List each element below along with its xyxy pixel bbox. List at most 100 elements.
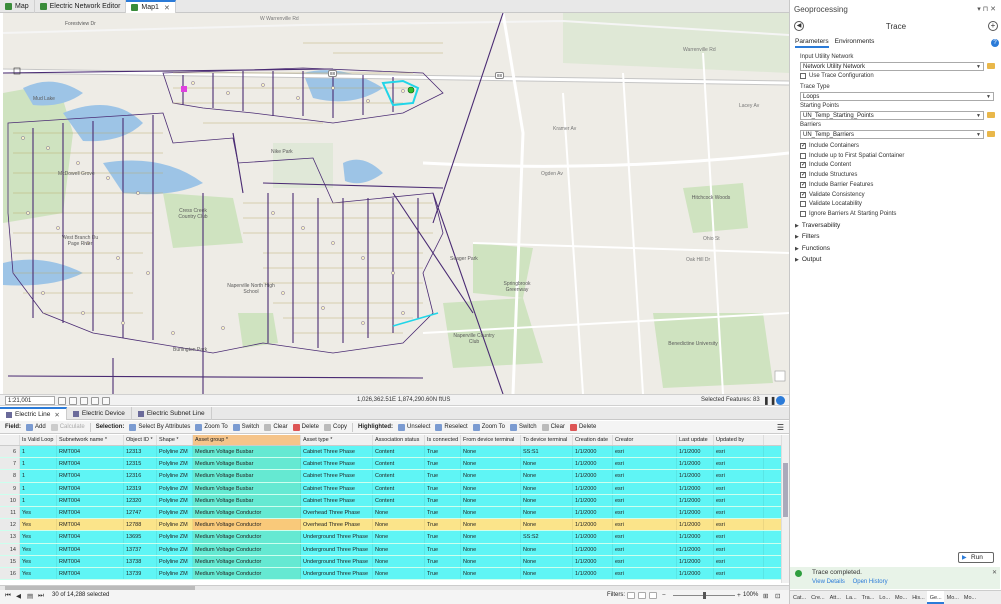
row-number[interactable]: 15 <box>0 555 20 567</box>
row-number[interactable]: 10 <box>0 494 20 506</box>
table-cell[interactable]: 1/1/2000 <box>677 482 714 494</box>
table-cell[interactable]: Yes <box>20 555 57 567</box>
table-cell[interactable]: None <box>521 494 573 506</box>
pause-icon[interactable]: ❚❚ <box>763 396 776 405</box>
table-cell[interactable]: esri <box>613 555 677 567</box>
grid-icon[interactable] <box>102 397 110 405</box>
section-filters[interactable]: ▶ Filters <box>795 233 820 240</box>
table-cell[interactable]: esri <box>714 470 764 482</box>
table-cell[interactable]: Yes <box>20 567 57 580</box>
table-cell[interactable]: esri <box>714 555 764 567</box>
table-cell[interactable]: RMT004 <box>57 519 124 531</box>
pane-tab[interactable]: Tra... <box>859 591 877 604</box>
table-cell[interactable]: 1/1/2000 <box>677 494 714 506</box>
add-field-button[interactable]: Add <box>26 423 46 431</box>
table-cell[interactable]: Yes <box>20 519 57 531</box>
zoom-percent[interactable]: 100% <box>743 592 758 598</box>
row-number[interactable]: 16 <box>0 567 20 580</box>
open-history-link[interactable]: Open History <box>853 579 888 585</box>
table-cell[interactable]: 1/1/2000 <box>573 482 613 494</box>
first-record-icon[interactable]: ⏮ <box>5 592 11 600</box>
table-cell[interactable]: None <box>373 531 425 543</box>
tab-electric-device[interactable]: Electric Device <box>67 407 132 420</box>
option-checkbox[interactable]: Include up to First Spatial Container <box>800 152 904 159</box>
table-cell[interactable]: None <box>461 494 521 506</box>
table-cell[interactable]: 1 <box>20 494 57 506</box>
table-cell[interactable]: None <box>461 458 521 470</box>
table-cell[interactable]: 12313 <box>124 446 157 458</box>
option-checkbox[interactable]: Validate Locatability <box>800 201 862 208</box>
tab-electric-line[interactable]: Electric Line ✕ <box>0 407 67 420</box>
table-cell[interactable]: True <box>425 531 461 543</box>
row-number[interactable]: 12 <box>0 519 20 531</box>
table-cell[interactable]: Overhead Three Phase <box>301 506 373 519</box>
table-cell[interactable]: esri <box>714 458 764 470</box>
table-cell[interactable]: RMT004 <box>57 494 124 506</box>
select-by-attributes-button[interactable]: Select By Attributes <box>129 423 190 431</box>
table-cell[interactable]: Cabinet Three Phase <box>301 446 373 458</box>
table-cell[interactable]: esri <box>714 482 764 494</box>
table-cell[interactable]: None <box>461 555 521 567</box>
tab-parameters[interactable]: Parameters <box>795 38 829 48</box>
clear-highlighted-button[interactable]: Clear <box>541 423 565 431</box>
grid-icon[interactable] <box>69 397 77 405</box>
delete-button[interactable]: Delete <box>292 423 319 431</box>
row-number[interactable]: 7 <box>0 458 20 470</box>
table-row[interactable]: 10 1 RMT004 12320 Polyline ZM Medium Voltage … <box>0 494 781 507</box>
column-header[interactable]: Last update <box>677 435 714 445</box>
filter-icon[interactable] <box>649 592 657 599</box>
table-row[interactable]: 16 Yes RMT004 13739 Polyline ZM Medium Voltag… <box>0 567 781 581</box>
run-button[interactable]: ▶ Run <box>958 552 994 563</box>
vertical-scrollbar[interactable] <box>781 435 789 583</box>
table-cell[interactable]: 13737 <box>124 543 157 555</box>
filter-icon[interactable] <box>638 592 646 599</box>
table-cell[interactable]: Content <box>373 446 425 458</box>
column-header[interactable]: Shape * <box>157 435 193 445</box>
table-cell[interactable]: esri <box>613 446 677 458</box>
pane-tab[interactable]: Lo... <box>876 591 892 604</box>
scroll-thumb[interactable] <box>5 586 195 590</box>
table-cell[interactable]: 1/1/2000 <box>677 555 714 567</box>
table-cell[interactable]: None <box>373 506 425 519</box>
table-cell[interactable]: None <box>461 470 521 482</box>
section-functions[interactable]: ▶ Functions <box>795 245 830 252</box>
row-number[interactable]: 6 <box>0 446 20 458</box>
pane-tab[interactable]: La... <box>843 591 859 604</box>
reselect-button[interactable]: Reselect <box>435 423 468 431</box>
table-cell[interactable]: esri <box>714 506 764 519</box>
table-cell[interactable]: True <box>425 519 461 531</box>
trace-type-select[interactable]: Loops ▼ <box>800 92 994 101</box>
table-cell[interactable]: True <box>425 446 461 458</box>
column-header[interactable]: Association status <box>373 435 425 445</box>
table-cell[interactable]: True <box>425 506 461 519</box>
table-cell[interactable]: esri <box>714 567 764 580</box>
row-number[interactable]: 9 <box>0 482 20 494</box>
table-cell[interactable]: None <box>461 506 521 519</box>
table-cell[interactable]: Polyline ZM <box>157 567 193 580</box>
table-cell[interactable]: 1/1/2000 <box>573 446 613 458</box>
table-cell[interactable]: None <box>521 470 573 482</box>
table-cell[interactable]: None <box>461 531 521 543</box>
pane-tab[interactable]: Cat... <box>790 591 808 604</box>
table-cell[interactable]: esri <box>613 519 677 531</box>
previous-icon[interactable]: ◀ <box>16 592 21 600</box>
row-number[interactable]: 11 <box>0 506 20 519</box>
table-cell[interactable]: RMT004 <box>57 458 124 470</box>
table-cell[interactable]: 1 <box>20 470 57 482</box>
table-cell[interactable]: SS:S2 <box>521 531 573 543</box>
refresh-icon[interactable] <box>776 396 785 405</box>
pane-tab[interactable]: His... <box>909 591 927 604</box>
table-cell[interactable]: esri <box>613 531 677 543</box>
starting-points-field[interactable]: UN_Temp_Starting_Points ▼ <box>800 111 984 120</box>
table-cell[interactable]: esri <box>613 567 677 580</box>
table-cell[interactable]: 1 <box>20 482 57 494</box>
table-cell[interactable]: RMT004 <box>57 555 124 567</box>
table-cell[interactable]: 12315 <box>124 458 157 470</box>
table-cell[interactable]: 1/1/2000 <box>573 458 613 470</box>
table-cell[interactable]: Cabinet Three Phase <box>301 494 373 506</box>
pane-tab[interactable]: Cre... <box>808 591 826 604</box>
table-cell[interactable]: Yes <box>20 506 57 519</box>
column-header[interactable]: Asset type * <box>301 435 373 445</box>
table-cell[interactable]: esri <box>613 543 677 555</box>
table-cell[interactable]: 1/1/2000 <box>677 531 714 543</box>
